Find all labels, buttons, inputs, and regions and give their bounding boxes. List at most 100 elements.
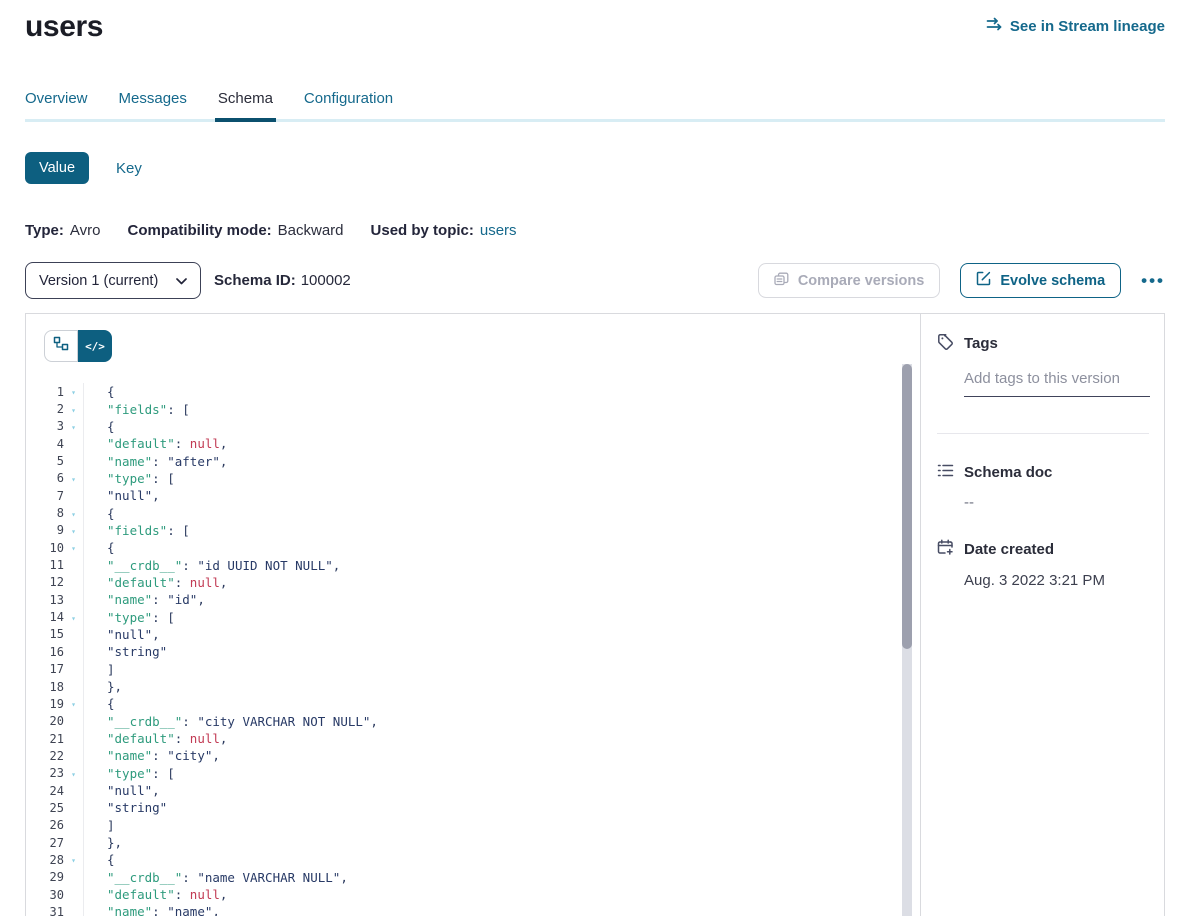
version-select[interactable]: Version 1 (current) — [25, 262, 201, 299]
fold-gutter — [64, 755, 83, 757]
edit-icon — [976, 271, 991, 290]
line-number: 16 — [26, 645, 64, 659]
schema-kind-toggle: Value Key — [25, 152, 1165, 184]
code-view-button[interactable]: </> — [78, 330, 112, 362]
fold-gutter — [64, 738, 83, 740]
code-text: "type": [ — [83, 470, 175, 487]
fold-toggle-icon[interactable]: ▾ — [64, 525, 83, 536]
code-line: 5 "name": "after", — [26, 452, 920, 469]
code-text: "__crdb__": "city VARCHAR NOT NULL", — [83, 713, 378, 730]
fold-gutter — [64, 911, 83, 913]
code-text: { — [83, 504, 115, 521]
code-text: "fields": [ — [83, 400, 190, 417]
tree-view-button[interactable] — [44, 330, 78, 362]
compat-label: Compatibility mode: — [127, 222, 271, 239]
fold-toggle-icon[interactable]: ▾ — [64, 698, 83, 709]
tab-overview[interactable]: Overview — [25, 90, 88, 119]
fold-toggle-icon[interactable]: ▾ — [64, 386, 83, 397]
code-line: 30 "default": null, — [26, 886, 920, 903]
fold-gutter — [64, 807, 83, 809]
tags-heading-row: Tags — [937, 333, 1149, 354]
fold-gutter — [64, 495, 83, 497]
fold-toggle-icon[interactable]: ▾ — [64, 508, 83, 519]
code-text: "default": null, — [83, 730, 227, 747]
value-toggle-button[interactable]: Value — [25, 152, 89, 184]
code-text: "default": null, — [83, 886, 227, 903]
line-number: 17 — [26, 662, 64, 676]
tab-configuration[interactable]: Configuration — [304, 90, 393, 119]
compare-versions-button[interactable]: Compare versions — [758, 263, 941, 298]
line-number: 27 — [26, 836, 64, 850]
evolve-schema-button[interactable]: Evolve schema — [960, 263, 1121, 298]
code-line: 13 "name": "id", — [26, 591, 920, 608]
line-number: 9 — [26, 523, 64, 537]
list-icon — [937, 463, 954, 482]
schema-editor: </> 1▾{2▾ "fields": [3▾ {4 "default": nu… — [26, 314, 920, 916]
fold-toggle-icon[interactable]: ▾ — [64, 542, 83, 553]
schema-meta: Type: Avro Compatibility mode: Backward … — [25, 222, 1165, 239]
code-line: 4 "default": null, — [26, 435, 920, 452]
line-number: 12 — [26, 575, 64, 589]
fold-gutter — [64, 686, 83, 688]
code-line: 2▾ "fields": [ — [26, 400, 920, 417]
code-text: "type": [ — [83, 765, 175, 782]
code-text: "null", — [83, 782, 160, 799]
chevron-down-icon — [176, 273, 187, 289]
code-line: 16 "string" — [26, 643, 920, 660]
compare-versions-label: Compare versions — [798, 273, 925, 289]
code-line: 12 "default": null, — [26, 574, 920, 591]
tag-icon — [937, 333, 954, 354]
fold-gutter — [64, 599, 83, 601]
line-number: 18 — [26, 680, 64, 694]
fold-toggle-icon[interactable]: ▾ — [64, 473, 83, 484]
fold-toggle-icon[interactable]: ▾ — [64, 768, 83, 779]
fold-toggle-icon[interactable]: ▾ — [64, 854, 83, 865]
schema-doc-heading-row: Schema doc — [937, 463, 1149, 482]
tab-bar: Overview Messages Schema Configuration — [25, 90, 1165, 119]
stream-lineage-link[interactable]: See in Stream lineage — [986, 17, 1165, 35]
code-text: "__crdb__": "id UUID NOT NULL", — [83, 556, 340, 573]
fold-toggle-icon[interactable]: ▾ — [64, 612, 83, 623]
fold-gutter — [64, 581, 83, 583]
line-number: 5 — [26, 454, 64, 468]
code-text: "__crdb__": "name VARCHAR NULL", — [83, 869, 348, 886]
code-lines: 1▾{2▾ "fields": [3▾ {4 "default": null,5… — [26, 383, 920, 916]
line-number: 21 — [26, 732, 64, 746]
line-number: 23 — [26, 766, 64, 780]
code-text: ] — [83, 817, 115, 834]
stream-lineage-icon — [986, 17, 1003, 35]
code-line: 27 }, — [26, 834, 920, 851]
fold-gutter — [64, 894, 83, 896]
type-value: Avro — [70, 222, 101, 239]
line-number: 6 — [26, 471, 64, 485]
code-text: "string" — [83, 799, 167, 816]
line-number: 22 — [26, 749, 64, 763]
more-actions-button[interactable]: ••• — [1141, 271, 1165, 291]
tab-schema[interactable]: Schema — [218, 90, 273, 119]
fold-gutter — [64, 633, 83, 635]
line-number: 26 — [26, 818, 64, 832]
code-text: { — [83, 418, 115, 435]
tags-input[interactable] — [964, 366, 1150, 397]
schema-page: users See in Stream lineage Overview Mess… — [0, 0, 1189, 916]
fold-toggle-icon[interactable]: ▾ — [64, 421, 83, 432]
line-number: 8 — [26, 506, 64, 520]
code-text: ] — [83, 661, 115, 678]
topic-link[interactable]: users — [480, 222, 517, 239]
topic-label: Used by topic: — [371, 222, 474, 239]
line-number: 14 — [26, 610, 64, 624]
line-number: 31 — [26, 905, 64, 916]
line-number: 29 — [26, 870, 64, 884]
code-text: { — [83, 695, 115, 712]
key-toggle-button[interactable]: Key — [116, 160, 142, 177]
fold-gutter — [64, 443, 83, 445]
line-number: 28 — [26, 853, 64, 867]
code-line: 25 "string" — [26, 799, 920, 816]
code-line: 20 "__crdb__": "city VARCHAR NOT NULL", — [26, 713, 920, 730]
editor-scrollbar-thumb[interactable] — [902, 364, 912, 649]
fold-toggle-icon[interactable]: ▾ — [64, 404, 83, 415]
line-number: 13 — [26, 593, 64, 607]
page-header: users See in Stream lineage — [25, 10, 1165, 44]
line-number: 24 — [26, 784, 64, 798]
tab-messages[interactable]: Messages — [119, 90, 187, 119]
